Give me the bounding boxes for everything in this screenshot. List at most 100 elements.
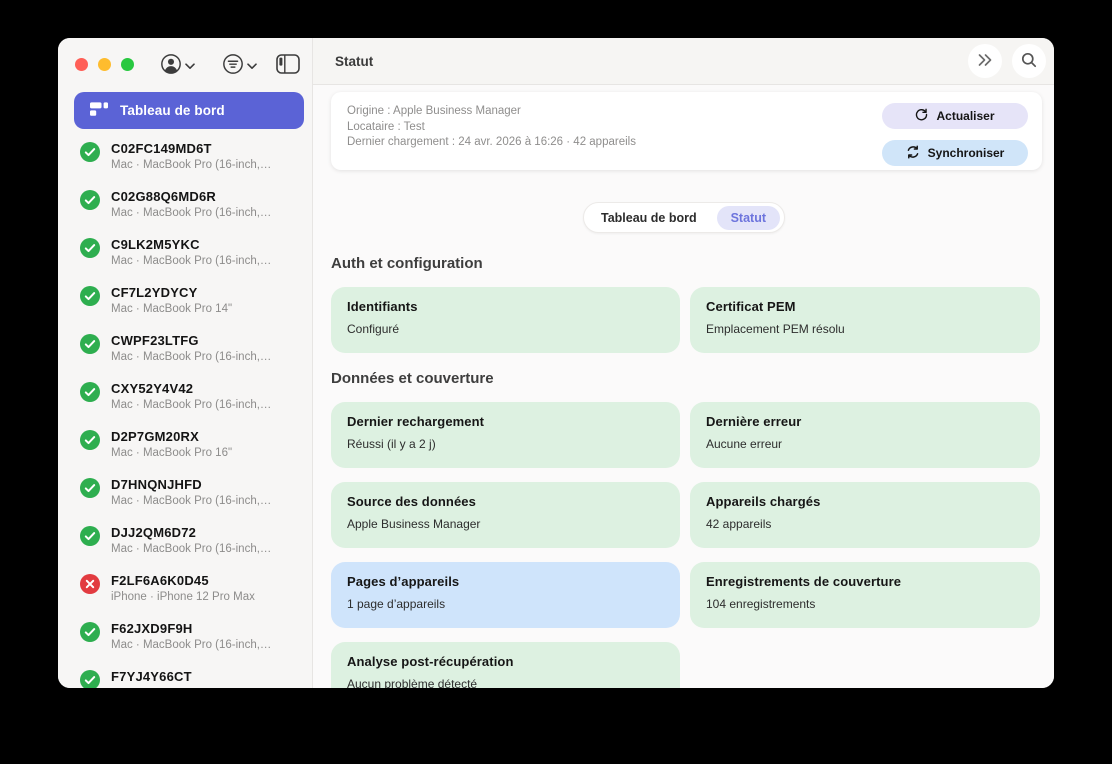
list-item[interactable]: F2LF6A6K0D45 iPhone · iPhone 12 Pro Max [58, 566, 312, 614]
device-serial: D7HNQNJHFD [111, 477, 271, 493]
close-window-button[interactable] [75, 58, 88, 71]
list-item[interactable]: F7YJ4Y66CT [58, 662, 312, 688]
dashboard-icon [89, 99, 109, 122]
device-model: Mac · MacBook Pro 14" [111, 302, 232, 317]
card-title: Dernier rechargement [347, 414, 664, 429]
status-ok-icon [80, 478, 100, 498]
list-item[interactable]: C9LK2M5YKC Mac · MacBook Pro (16-inch,… [58, 230, 312, 278]
device-serial: F7YJ4Y66CT [111, 669, 192, 685]
card-derniere-erreur: Dernière erreur Aucune erreur [690, 402, 1040, 468]
origin-line: Origine : Apple Business Manager [347, 104, 636, 120]
device-model: Mac · MacBook Pro (16-inch,… [111, 206, 271, 221]
list-item[interactable]: C02FC149MD6T Mac · MacBook Pro (16-inch,… [58, 134, 312, 182]
device-model: Mac · MacBook Pro (16-inch,… [111, 494, 271, 509]
sidebar-item-label: Tableau de bord [120, 103, 225, 118]
zoom-window-button[interactable] [121, 58, 134, 71]
toggle-sidebar-button[interactable] [276, 54, 300, 77]
list-item[interactable]: D7HNQNJHFD Mac · MacBook Pro (16-inch,… [58, 470, 312, 518]
card-value: Apple Business Manager [347, 517, 664, 531]
list-item[interactable]: CXY52Y4V42 Mac · MacBook Pro (16-inch,… [58, 374, 312, 422]
list-item[interactable]: C02G88Q6MD6R Mac · MacBook Pro (16-inch,… [58, 182, 312, 230]
device-model: Mac · MacBook Pro (16-inch,… [111, 350, 271, 365]
section-heading-auth: Auth et configuration [331, 255, 483, 272]
page-title: Statut [335, 54, 373, 69]
card-certificat-pem: Certificat PEM Emplacement PEM résolu [690, 287, 1040, 353]
sidebar-item-dashboard[interactable]: Tableau de bord [74, 92, 304, 129]
card-title: Certificat PEM [706, 299, 1024, 314]
status-ok-icon [80, 670, 100, 688]
title-bar: Statut [313, 38, 1054, 85]
app-window: Tableau de bord C02FC149MD6T Mac · MacBo… [58, 38, 1054, 688]
card-dernier-rechargement: Dernier rechargement Réussi (il y a 2 j) [331, 402, 680, 468]
account-menu-button[interactable] [160, 53, 195, 78]
status-ok-icon [80, 526, 100, 546]
status-ok-icon [80, 622, 100, 642]
status-ok-icon [80, 238, 100, 258]
device-serial: D2P7GM20RX [111, 429, 232, 445]
card-value: Emplacement PEM résolu [706, 322, 1024, 336]
status-ok-icon [80, 334, 100, 354]
sync-info-card: Origine : Apple Business Manager Locatai… [331, 92, 1042, 170]
status-ok-icon [80, 382, 100, 402]
card-value: Réussi (il y a 2 j) [347, 437, 664, 451]
synchronize-button[interactable]: Synchroniser [882, 140, 1028, 166]
refresh-label: Actualiser [936, 109, 994, 123]
card-value: 1 page d’appareils [347, 597, 664, 611]
tab-status[interactable]: Statut [717, 206, 780, 230]
card-source-donnees: Source des données Apple Business Manage… [331, 482, 680, 548]
view-switcher: Tableau de bord Statut [583, 202, 785, 233]
status-ok-icon [80, 430, 100, 450]
tab-dashboard[interactable]: Tableau de bord [601, 211, 697, 225]
search-icon [1021, 52, 1037, 71]
card-title: Dernière erreur [706, 414, 1024, 429]
double-chevron-right-icon [977, 53, 993, 70]
device-serial: DJJ2QM6D72 [111, 525, 271, 541]
card-value: Configuré [347, 322, 664, 336]
tenant-line: Locataire : Test [347, 120, 636, 136]
device-serial: C02G88Q6MD6R [111, 189, 271, 205]
device-model: Mac · MacBook Pro (16-inch,… [111, 158, 271, 173]
card-title: Pages d’appareils [347, 574, 664, 589]
device-model: Mac · MacBook Pro (16-inch,… [111, 254, 271, 269]
device-serial: C02FC149MD6T [111, 141, 271, 157]
status-ok-icon [80, 286, 100, 306]
status-ok-icon [80, 142, 100, 162]
device-serial: CWPF23LTFG [111, 333, 271, 349]
device-serial: CF7L2YDYCY [111, 285, 232, 301]
card-title: Source des données [347, 494, 664, 509]
card-pages-appareils: Pages d’appareils 1 page d’appareils [331, 562, 680, 628]
sidebar: Tableau de bord C02FC149MD6T Mac · MacBo… [58, 38, 313, 688]
list-item[interactable]: CF7L2YDYCY Mac · MacBook Pro 14" [58, 278, 312, 326]
card-value: 104 enregistrements [706, 597, 1024, 611]
card-value: Aucun problème détecté [347, 677, 664, 688]
device-model: iPhone · iPhone 12 Pro Max [111, 590, 255, 605]
screen: Tableau de bord C02FC149MD6T Mac · MacBo… [0, 0, 1112, 764]
card-title: Identifiants [347, 299, 664, 314]
sidebar-toggle-icon [276, 54, 300, 77]
filter-circle-icon [222, 53, 244, 78]
main-panel: Statut O [313, 38, 1054, 688]
list-item[interactable]: CWPF23LTFG Mac · MacBook Pro (16-inch,… [58, 326, 312, 374]
refresh-icon [915, 108, 928, 124]
search-button[interactable] [1012, 44, 1046, 78]
device-serial: F62JXD9F9H [111, 621, 271, 637]
sync-label: Synchroniser [928, 146, 1005, 160]
device-model: Mac · MacBook Pro 16" [111, 446, 232, 461]
card-value: 42 appareils [706, 517, 1024, 531]
refresh-button[interactable]: Actualiser [882, 103, 1028, 129]
device-model: Mac · MacBook Pro (16-inch,… [111, 542, 271, 557]
expand-panel-button[interactable] [968, 44, 1002, 78]
chevron-down-icon [247, 58, 257, 73]
card-identifiants: Identifiants Configuré [331, 287, 680, 353]
filter-menu-button[interactable] [222, 53, 257, 78]
list-item[interactable]: F62JXD9F9H Mac · MacBook Pro (16-inch,… [58, 614, 312, 662]
sync-icon [906, 145, 920, 162]
person-circle-icon [160, 53, 182, 78]
minimize-window-button[interactable] [98, 58, 111, 71]
section-heading-data: Données et couverture [331, 370, 494, 387]
device-list: C02FC149MD6T Mac · MacBook Pro (16-inch,… [58, 134, 312, 688]
list-item[interactable]: D2P7GM20RX Mac · MacBook Pro 16" [58, 422, 312, 470]
card-title: Analyse post-récupération [347, 654, 664, 669]
list-item[interactable]: DJJ2QM6D72 Mac · MacBook Pro (16-inch,… [58, 518, 312, 566]
card-value: Aucune erreur [706, 437, 1024, 451]
